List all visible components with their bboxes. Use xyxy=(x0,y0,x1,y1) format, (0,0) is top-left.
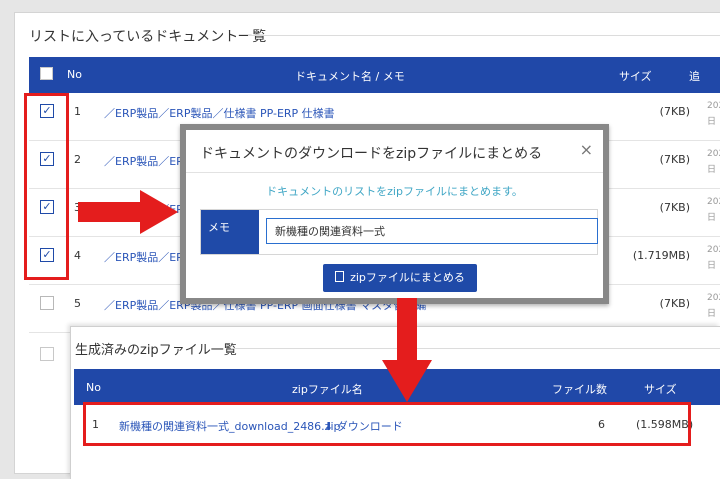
zip-dialog: ドキュメントのダウンロードをzipファイルにまとめる × ドキュメントのリストを… xyxy=(180,124,609,304)
doc-table-header: No ドキュメント名 / メモ サイズ 追 xyxy=(29,57,720,93)
document-size: (7KB) xyxy=(659,201,690,214)
zip-header-name: zipファイル名 xyxy=(292,383,363,396)
document-date: 2020日 xyxy=(707,101,720,127)
checked-rows-highlight xyxy=(24,93,69,280)
document-date: 2020日 xyxy=(707,197,720,223)
arrow-right-icon xyxy=(78,190,178,234)
zip-row-highlight xyxy=(83,402,691,446)
zip-header-count: ファイル数 xyxy=(552,383,607,396)
dialog-description: ドキュメントのリストをzipファイルにまとめます。 xyxy=(266,185,523,198)
document-size: (7KB) xyxy=(659,105,690,118)
header-size: サイズ xyxy=(619,70,652,83)
row-checkbox[interactable] xyxy=(40,296,54,310)
zip-panel-divider xyxy=(231,348,720,349)
create-zip-button[interactable]: zipファイルにまとめる xyxy=(323,264,477,292)
document-date: 2020日 xyxy=(707,245,720,271)
document-size: (7KB) xyxy=(659,153,690,166)
header-no: No xyxy=(67,68,82,81)
dialog-divider xyxy=(186,172,603,173)
header-name: ドキュメント名 / メモ xyxy=(295,70,405,83)
dialog-title: ドキュメントのダウンロードをzipファイルにまとめる xyxy=(200,146,543,162)
zip-panel-title: 生成済みのzipファイル一覧 xyxy=(75,343,237,358)
row-number: 2 xyxy=(74,153,81,166)
row-number: 4 xyxy=(74,249,81,262)
header-date: 追 xyxy=(689,70,700,83)
document-link[interactable]: ／ERP製品／ERP製品／仕様書 PP-ERP 仕様書 xyxy=(104,105,335,121)
document-size: (1.719MB) xyxy=(632,249,690,262)
row-number: 5 xyxy=(74,297,81,310)
document-size: (7KB) xyxy=(659,297,690,310)
memo-row: メモ xyxy=(200,209,598,255)
document-date: 2020日 xyxy=(707,293,720,319)
row-checkbox[interactable] xyxy=(40,347,54,361)
file-zip-icon xyxy=(335,271,345,282)
select-all-checkbox[interactable] xyxy=(40,67,53,80)
close-icon[interactable]: × xyxy=(580,140,593,159)
section-title: リストに入っているドキュメント一覧 xyxy=(29,29,267,45)
section-divider xyxy=(248,35,720,36)
zip-header-no: No xyxy=(86,381,101,394)
document-link[interactable]: ／ERP製品／ERP xyxy=(104,249,190,265)
row-number: 1 xyxy=(74,105,81,118)
arrow-down-icon xyxy=(382,298,432,402)
document-date: 2020日 xyxy=(707,149,720,175)
create-zip-label: zipファイルにまとめる xyxy=(350,271,465,284)
zip-header-size: サイズ xyxy=(644,383,677,396)
memo-label: メモ xyxy=(201,210,259,254)
memo-input[interactable] xyxy=(266,218,598,244)
